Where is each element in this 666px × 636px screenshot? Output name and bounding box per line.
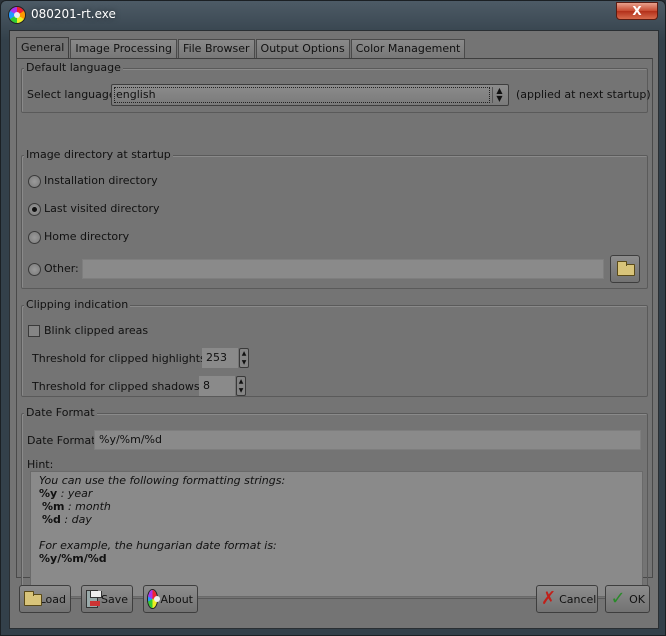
about-button-label: About xyxy=(160,592,193,606)
date-format-hint-text: You can use the following formatting str… xyxy=(30,471,643,597)
select-language-label: Select language: xyxy=(27,88,120,101)
hint-code-desc: : year xyxy=(57,487,93,500)
hint-intro: You can use the following formatting str… xyxy=(39,474,286,487)
shadows-threshold-label: Threshold for clipped shadows: xyxy=(32,380,204,393)
radio-other-directory[interactable] xyxy=(28,263,41,276)
hint-code: %m xyxy=(42,500,65,513)
blink-clipped-areas-checkbox[interactable] xyxy=(28,325,40,337)
window-title: 080201-rt.exe xyxy=(31,7,116,21)
preferences-window: 080201-rt.exe X General Image Processing… xyxy=(0,0,666,636)
dialog-client-area: General Image Processing File Browser Ou… xyxy=(9,30,659,629)
blink-clipped-areas-label[interactable]: Blink clipped areas xyxy=(44,324,148,337)
updown-arrows-icon: ▲ ▼ xyxy=(492,87,506,103)
hint-example-intro: For example, the hungarian date format i… xyxy=(39,539,277,552)
date-format-label: Date Format: xyxy=(27,434,100,447)
shadows-threshold-spinner[interactable]: 8 ▲ ▼ xyxy=(199,376,247,396)
radio-installation-directory[interactable] xyxy=(28,175,41,188)
image-directory-title: Image directory at startup xyxy=(24,148,173,161)
date-format-title: Date Format xyxy=(24,406,97,419)
checkmark-icon: ✓ xyxy=(610,588,626,609)
spin-arrows-icon[interactable]: ▲ ▼ xyxy=(239,348,249,368)
clipping-indication-group: Clipping indication Blink clipped areas … xyxy=(21,298,648,397)
hint-code-row: %m : month xyxy=(39,500,634,513)
date-format-group: Date Format Date Format: %y/%m/%d Hint: … xyxy=(21,406,648,599)
cancel-x-icon: ✗ xyxy=(541,588,557,609)
radio-installation-directory-label[interactable]: Installation directory xyxy=(44,174,158,187)
close-button[interactable]: X xyxy=(616,2,658,20)
date-format-input[interactable]: %y/%m/%d xyxy=(94,430,641,450)
floppy-disk-icon xyxy=(86,590,102,608)
ok-button[interactable]: ✓ OK xyxy=(605,585,650,613)
hint-code-row: %d : day xyxy=(39,513,634,526)
general-tab-page: Default language Select language: englis… xyxy=(16,58,653,599)
hint-code: %y xyxy=(39,487,58,500)
hint-code-desc: : month xyxy=(64,500,111,513)
load-button-label: Load xyxy=(39,592,66,606)
clipping-indication-title: Clipping indication xyxy=(24,298,131,311)
highlights-threshold-value[interactable]: 253 xyxy=(202,348,238,368)
browse-directory-button[interactable] xyxy=(610,255,640,283)
radio-last-visited-directory[interactable] xyxy=(28,203,41,216)
save-button-label: Save xyxy=(100,592,128,606)
default-language-group: Default language Select language: englis… xyxy=(21,61,651,113)
language-select[interactable]: english ▲ ▼ xyxy=(111,84,509,106)
hint-label: Hint: xyxy=(27,458,54,471)
language-note: (applied at next startup) xyxy=(516,88,651,101)
tab-bar: General Image Processing File Browser Ou… xyxy=(16,37,466,59)
image-directory-group: Image directory at startup Installation … xyxy=(21,148,648,289)
tab-file-browser[interactable]: File Browser xyxy=(178,39,255,59)
spin-arrows-icon[interactable]: ▲ ▼ xyxy=(236,376,246,396)
radio-other-directory-label[interactable]: Other: xyxy=(44,262,79,275)
tab-output-options[interactable]: Output Options xyxy=(255,39,350,59)
language-select-focus xyxy=(114,87,490,103)
radio-home-directory-label[interactable]: Home directory xyxy=(44,230,129,243)
title-bar[interactable]: 080201-rt.exe X xyxy=(1,1,665,29)
color-wheel-icon xyxy=(148,590,161,608)
tab-image-processing[interactable]: Image Processing xyxy=(70,39,178,59)
hint-code-row: %y : year xyxy=(39,487,634,500)
highlights-threshold-label: Threshold for clipped highlights: xyxy=(32,352,210,365)
radio-home-directory[interactable] xyxy=(28,231,41,244)
shadows-threshold-value[interactable]: 8 xyxy=(199,376,235,396)
radio-last-visited-directory-label[interactable]: Last visited directory xyxy=(44,202,160,215)
highlights-threshold-spinner[interactable]: 253 ▲ ▼ xyxy=(202,348,250,368)
folder-open-icon xyxy=(24,590,42,608)
hint-code-desc: : day xyxy=(60,513,92,526)
hint-example-value: %y/%m/%d xyxy=(39,552,107,565)
folder-open-icon xyxy=(617,261,635,276)
save-button[interactable]: Save xyxy=(81,585,133,613)
hint-spacer xyxy=(39,526,634,539)
tab-color-management[interactable]: Color Management xyxy=(350,39,466,59)
tab-general[interactable]: General xyxy=(16,37,70,59)
hint-code: %d xyxy=(42,513,61,526)
cancel-button-label: Cancel xyxy=(559,592,597,606)
about-button[interactable]: About xyxy=(143,585,198,613)
default-language-title: Default language xyxy=(24,61,123,74)
cancel-button[interactable]: ✗ Cancel xyxy=(536,585,598,613)
app-color-wheel-icon xyxy=(9,7,25,23)
other-directory-path-input[interactable] xyxy=(82,259,604,279)
load-button[interactable]: Load xyxy=(19,585,71,613)
ok-button-label: OK xyxy=(629,592,645,606)
language-select-value: english xyxy=(116,88,156,101)
